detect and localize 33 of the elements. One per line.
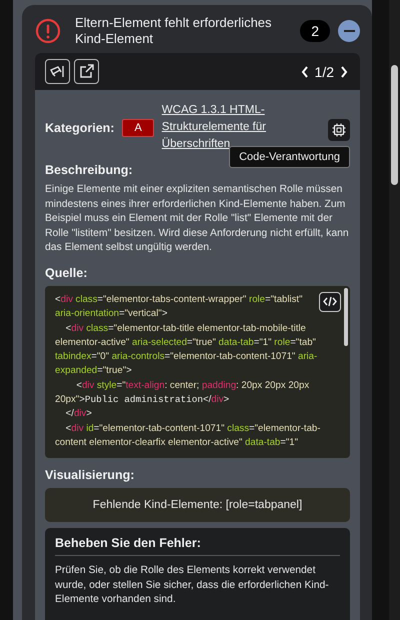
- scrollbar-thumb[interactable]: [344, 288, 348, 346]
- code-line: expanded="true">: [55, 364, 132, 378]
- code-line: <div class="elementor-tab-title elementor-tab-mobile-title: [64, 322, 306, 336]
- issue-title: Eltern-Element fehlt erforderliches Kind-Element: [75, 15, 273, 47]
- level-badge: A: [122, 118, 154, 136]
- open-external-button[interactable]: [74, 59, 99, 84]
- code-line: </div>: [64, 407, 92, 422]
- error-icon: [35, 18, 61, 44]
- external-link-icon: [79, 64, 94, 79]
- section-heading: Visualisierung:: [45, 468, 136, 482]
- issue-count: 2: [300, 20, 330, 42]
- collapse-button[interactable]: [338, 20, 360, 42]
- description-text: Einige Elemente mit einer expliziten semantischen Rolle müssen mindestens eines ihrer erforderlichen Kind-Elemente haben. Zum Beispiel muss ein Element mit der Rolle "list" Elemente mit der Rolle "listitem" besitzen. Wird diese Anforderung nicht erfüllt, kann das Element selbst ungültig werden.: [45, 183, 350, 256]
- code-line: aria-orientation="vertical">: [55, 307, 168, 322]
- code-icon[interactable]: [319, 292, 341, 312]
- categories-label: Kategorien:: [45, 120, 114, 134]
- fix-text: Prüfen Sie, ob die Rolle des Elements korrekt verwendet wurde, oder stellen Sie sicher, dass die erforderlichen Kind-Elemente vorhanden sind.: [55, 564, 330, 608]
- scrollbar-thumb[interactable]: [391, 65, 398, 185]
- section-heading: Quelle:: [45, 266, 88, 280]
- code-line: <div style="text-align: center; padding: 20px 20px 20px: [75, 378, 310, 393]
- section-heading: Beschreibung:: [45, 163, 134, 177]
- code-line: tabindex="0" aria-controls="elementor-tab-content-1071" aria-: [55, 350, 318, 364]
- code-line: 20px">Public administration</div>: [55, 393, 230, 408]
- code-line: content elementor-clearfix elementor-active" data-tab="1": [55, 436, 298, 450]
- visualization-box: Fehlende Kind-Elemente: [role=tabpanel]: [45, 488, 350, 522]
- page-indicator: 1/2: [314, 64, 334, 80]
- code-line: <div class="elementor-tabs-content-wrapper" role="tablist": [55, 292, 302, 307]
- fix-heading: Beheben Sie den Fehler:: [55, 536, 340, 556]
- highlight-button[interactable]: [45, 59, 70, 84]
- code-line: <div id="elementor-tab-content-1071" class="elementor-tab-: [64, 422, 320, 436]
- code-line: elementor-active" aria-selected="true" data-tab="1" role="tab": [55, 336, 316, 350]
- tooltip: Code-Verantwortung: [229, 146, 350, 168]
- chip-icon[interactable]: [328, 118, 350, 140]
